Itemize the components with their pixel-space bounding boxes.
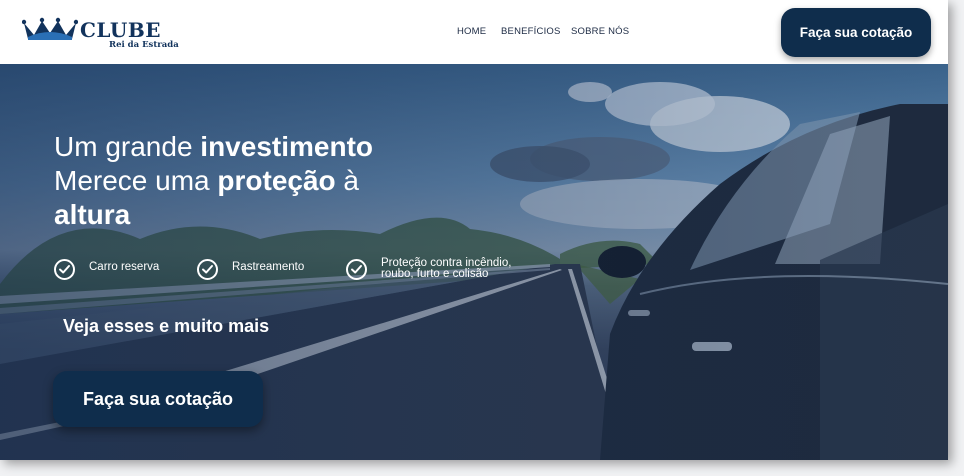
- brand-name: CLUBE: [80, 18, 161, 42]
- hero-section: Um grande investimento Merece uma proteç…: [0, 64, 948, 460]
- hero-headline: Um grande investimento Merece uma proteç…: [54, 130, 474, 232]
- headline-line3-bold: altura: [54, 199, 131, 230]
- headline-line2-regular: Merece uma: [54, 165, 218, 196]
- check-circle-icon: [54, 259, 75, 280]
- headline-line1-bold: investimento: [200, 131, 373, 162]
- feature-label: Rastreamento: [232, 261, 305, 273]
- crown-icon: [22, 17, 78, 40]
- see-more-text: Veja esses e muito mais: [63, 316, 270, 336]
- feature-label: Proteção contra incêndio, roubo, furto e…: [381, 257, 512, 280]
- headline-line2-bold: proteção: [217, 165, 336, 196]
- brand-logo[interactable]: CLUBE Rei da Estrada: [22, 13, 179, 53]
- page-frame: CLUBE Rei da Estrada HOME BENEFÍCIOS SOB…: [0, 0, 948, 460]
- hero-quote-button[interactable]: Faça sua cotação: [53, 371, 263, 427]
- header-quote-button[interactable]: Faça sua cotação: [781, 8, 931, 57]
- feature-item: Rastreamento: [197, 257, 337, 287]
- features-list: Carro reserva Rastreamento Proteção cont…: [54, 257, 574, 287]
- nav-beneficios[interactable]: BENEFÍCIOS: [501, 26, 561, 37]
- headline-line2-tail: à: [335, 165, 360, 196]
- site-header: CLUBE Rei da Estrada HOME BENEFÍCIOS SOB…: [0, 0, 948, 64]
- nav-sobre-nos[interactable]: SOBRE NÓS: [571, 26, 629, 37]
- feature-item: Carro reserva: [54, 257, 194, 287]
- feature-item: Proteção contra incêndio, roubo, furto e…: [346, 257, 556, 287]
- check-circle-icon: [346, 259, 367, 280]
- nav-home[interactable]: HOME: [457, 26, 486, 37]
- feature-label: Carro reserva: [89, 261, 160, 273]
- brand-tagline: Rei da Estrada: [109, 40, 179, 50]
- headline-line1-regular: Um grande: [54, 131, 201, 162]
- check-circle-icon: [197, 259, 218, 280]
